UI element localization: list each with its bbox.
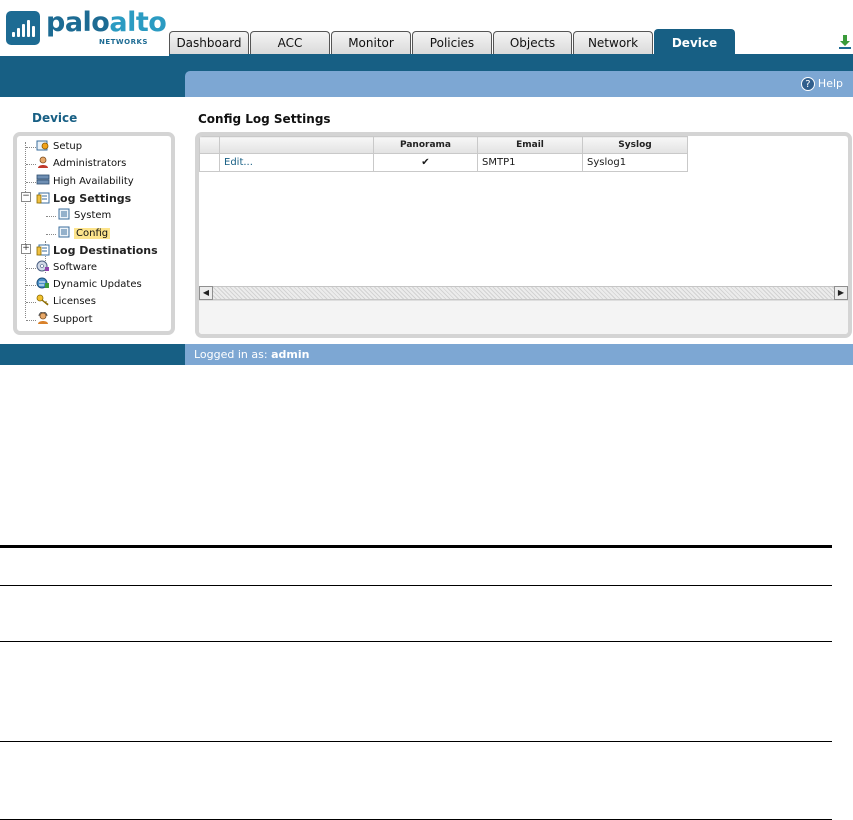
panorama-checkmark-icon: ✔ — [373, 153, 478, 172]
column-header-selector — [199, 136, 220, 154]
logo-wordmark: paloalto — [46, 7, 167, 38]
column-header-email[interactable]: Email — [477, 136, 583, 154]
column-header-action — [219, 136, 374, 154]
device-sidebar: Device Setup Administrators High Availab… — [0, 97, 185, 344]
expand-log-settings[interactable]: − — [21, 192, 31, 202]
row-selector-cell[interactable] — [199, 153, 220, 172]
sidebar-item-label: Licenses — [53, 296, 96, 307]
log-settings-icon — [36, 192, 50, 204]
sidebar-item-label: Config — [74, 228, 111, 239]
log-destinations-icon — [36, 244, 50, 256]
sidebar-item-label: Dynamic Updates — [53, 279, 142, 290]
column-header-panorama[interactable]: Panorama — [373, 136, 478, 154]
tab-device[interactable]: Device — [654, 29, 735, 55]
sidebar-item-licenses[interactable]: Licenses — [36, 294, 96, 310]
grid-footer — [199, 300, 848, 334]
scroll-left-button[interactable]: ◀ — [199, 286, 213, 300]
sidebar-item-label: Setup — [53, 141, 83, 152]
high-availability-icon — [36, 174, 50, 185]
download-icon[interactable] — [838, 34, 852, 50]
sidebar-item-system[interactable]: System — [57, 208, 111, 224]
sidebar-item-software[interactable]: Software — [36, 260, 97, 276]
sidebar-item-log-settings[interactable]: Log Settings — [36, 191, 131, 207]
status-bar: Logged in as: admin — [185, 344, 853, 365]
palo-alto-logo: paloalto NETWORKS — [6, 8, 167, 48]
page-title: Config Log Settings — [198, 112, 331, 126]
software-icon — [36, 260, 49, 272]
app-header: paloalto NETWORKS Dashboard ACC Monitor … — [0, 0, 853, 56]
login-status: Logged in as: admin — [194, 348, 309, 361]
help-link[interactable]: ? Help — [800, 76, 843, 92]
sidebar-item-high-availability[interactable]: High Availability — [36, 174, 134, 190]
sidebar-item-label: Log Destinations — [53, 244, 158, 257]
email-cell: SMTP1 — [477, 153, 583, 172]
support-icon — [38, 312, 48, 324]
dynamic-updates-icon — [36, 277, 49, 289]
tab-policies[interactable]: Policies — [412, 31, 492, 55]
horizontal-scrollbar[interactable]: ◀ ▶ — [199, 286, 848, 300]
logged-in-user: admin — [271, 348, 310, 361]
sidebar-item-label: Administrators — [53, 158, 127, 169]
sidebar-item-label: High Availability — [53, 176, 134, 187]
setup-icon — [36, 140, 49, 151]
status-bar-left — [0, 344, 185, 365]
table-row-rule — [0, 741, 832, 742]
sidebar-item-label: Software — [53, 262, 98, 273]
device-nav-tree: Setup Administrators High Availability −… — [13, 132, 175, 335]
sidebar-item-dynamic-updates[interactable]: Dynamic Updates — [36, 277, 142, 293]
sidebar-title: Device — [32, 111, 78, 125]
table-row-rule — [0, 641, 832, 642]
sidebar-item-log-destinations[interactable]: Log Destinations — [36, 243, 158, 259]
sidebar-item-support[interactable]: Support — [36, 312, 93, 328]
logo-mark-icon — [6, 11, 40, 45]
sidebar-item-administrators[interactable]: Administrators — [36, 156, 126, 172]
edit-link[interactable]: Edit... — [219, 153, 374, 172]
column-header-syslog[interactable]: Syslog — [582, 136, 688, 154]
syslog-cell: Syslog1 — [582, 153, 688, 172]
sidebar-item-config[interactable]: Config — [57, 226, 111, 242]
login-status-prefix: Logged in as: — [194, 348, 268, 361]
help-label: Help — [817, 77, 843, 90]
scroll-right-button[interactable]: ▶ — [834, 286, 848, 300]
sidebar-item-label: Log Settings — [53, 192, 132, 205]
config-log-grid: Panorama Email Syslog Edit... ✔ SMTP1 Sy… — [195, 132, 852, 338]
content-panel: Config Log Settings Panorama Email Syslo… — [185, 97, 853, 344]
table-header-row: Panorama Email Syslog — [199, 136, 688, 154]
tab-network[interactable]: Network — [573, 31, 653, 55]
sidebar-item-label: System — [74, 210, 112, 221]
tab-acc[interactable]: ACC — [250, 31, 330, 55]
logo-subtitle: NETWORKS — [99, 38, 148, 46]
tab-dashboard[interactable]: Dashboard — [169, 31, 249, 55]
tab-objects[interactable]: Objects — [493, 31, 572, 55]
sidebar-item-setup[interactable]: Setup — [36, 139, 82, 155]
document-icon — [58, 208, 70, 220]
tab-monitor[interactable]: Monitor — [331, 31, 411, 55]
expand-log-destinations[interactable]: + — [21, 244, 31, 254]
help-icon: ? — [800, 77, 815, 91]
config-log-table: Panorama Email Syslog Edit... ✔ SMTP1 Sy… — [199, 136, 688, 172]
key-icon — [36, 294, 49, 306]
table-row[interactable]: Edit... ✔ SMTP1 Syslog1 — [199, 153, 688, 172]
administrators-icon — [38, 156, 48, 168]
table-row-rule — [0, 585, 832, 586]
sidebar-item-label: Support — [53, 314, 93, 325]
document-icon — [58, 226, 70, 238]
help-bar: ? Help — [185, 71, 853, 97]
table-top-rule — [0, 545, 832, 548]
